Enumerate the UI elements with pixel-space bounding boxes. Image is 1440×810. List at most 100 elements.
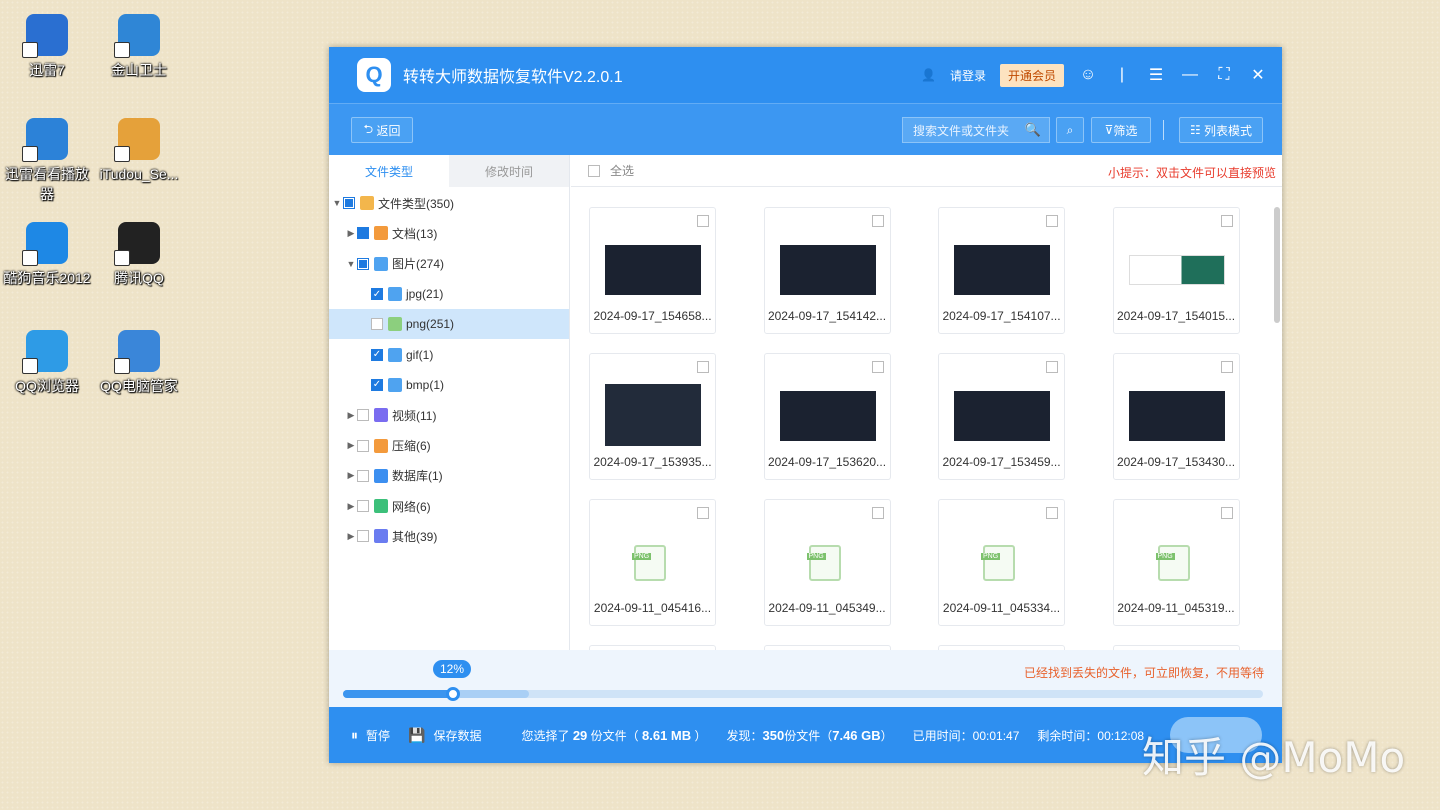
desktop-icon-label: 迅雷7: [29, 62, 65, 78]
tree-node[interactable]: ▼ 文件类型(350): [329, 188, 569, 218]
tree-checkbox[interactable]: [357, 257, 369, 270]
support-icon[interactable]: ☺: [1078, 66, 1098, 84]
save-icon[interactable]: 💾: [408, 727, 425, 744]
tree-node[interactable]: ✓ bmp(1): [329, 370, 569, 400]
tree-node[interactable]: ✓ jpg(21): [329, 279, 569, 309]
file-card[interactable]: 2024-09-17_154142...: [763, 207, 891, 334]
select-all-checkbox[interactable]: [588, 164, 600, 177]
folder-icon: [374, 468, 388, 483]
folder-icon: [388, 287, 402, 302]
save-data-button[interactable]: 保存数据: [433, 727, 481, 744]
scrollbar[interactable]: [1274, 207, 1280, 323]
tree-node[interactable]: ▶ 网络(6): [329, 491, 569, 521]
expand-icon[interactable]: ▶: [345, 501, 357, 512]
desktop-icon[interactable]: 腾讯QQ: [94, 222, 184, 288]
close-icon[interactable]: ✕: [1248, 65, 1268, 85]
tree-checkbox[interactable]: [357, 469, 369, 482]
tree-node[interactable]: ▶ 其他(39): [329, 521, 569, 551]
file-checkbox[interactable]: [1220, 361, 1233, 373]
file-card[interactable]: 2024-09-17_153430...: [1112, 353, 1240, 480]
file-card[interactable]: 2024-09-17_154658...: [589, 207, 716, 334]
file-checkbox[interactable]: [1046, 507, 1058, 519]
desktop-icon[interactable]: 迅雷7: [2, 14, 92, 80]
desktop-icon[interactable]: 酷狗音乐2012: [2, 222, 92, 288]
tree-checkbox[interactable]: [357, 530, 369, 543]
pause-button[interactable]: 暂停: [366, 727, 390, 744]
tree-checkbox[interactable]: [357, 409, 369, 422]
progress-fill: [343, 690, 453, 698]
thumbnail-image: [779, 245, 876, 295]
menu-icon[interactable]: ☰: [1146, 65, 1166, 85]
desktop-icon[interactable]: iTudou_Se...: [94, 118, 184, 184]
tree-node[interactable]: ▶ 文档(13): [329, 218, 569, 248]
pause-icon[interactable]: ⏸: [351, 727, 358, 744]
desktop-icon[interactable]: QQ浏览器: [2, 330, 92, 396]
file-card[interactable]: PNG 2024-09-11_045319...: [1112, 499, 1240, 626]
tree-checkbox[interactable]: ✓: [371, 378, 383, 391]
file-checkbox[interactable]: [697, 215, 709, 227]
expand-icon[interactable]: ▶: [345, 228, 357, 239]
view-mode-button[interactable]: ☷ 列表模式: [1179, 117, 1263, 143]
back-button[interactable]: ⮌ 返回: [351, 117, 413, 143]
file-card[interactable]: PNG 2024-09-11_045334...: [938, 499, 1065, 626]
file-checkbox[interactable]: [871, 215, 884, 227]
deep-search-button[interactable]: ⌕: [1056, 117, 1084, 143]
file-checkbox[interactable]: [1220, 507, 1233, 519]
user-icon[interactable]: 👤: [921, 68, 936, 82]
progress-track: [343, 687, 1263, 701]
tree-checkbox[interactable]: ✓: [371, 288, 383, 301]
desktop-icon[interactable]: 金山卫士: [94, 14, 184, 80]
tree-node[interactable]: ▶ 压缩(6): [329, 430, 569, 460]
file-checkbox[interactable]: [1046, 215, 1058, 227]
file-name: 2024-09-11_045334...: [942, 601, 1061, 615]
desktop-icon[interactable]: 迅雷看看播放器: [2, 118, 92, 204]
file-card[interactable]: 2024-09-17_153935...: [589, 353, 716, 480]
select-all-label[interactable]: 全选: [610, 162, 634, 179]
file-card[interactable]: 2024-09-17_154107...: [938, 207, 1065, 334]
expand-icon[interactable]: ▼: [331, 198, 343, 208]
tree-checkbox[interactable]: [343, 197, 355, 210]
app-icon: [22, 14, 68, 58]
tree-node[interactable]: png(251): [329, 309, 569, 340]
desktop-icon[interactable]: QQ电脑管家: [94, 330, 184, 396]
tab-modify-time[interactable]: 修改时间: [449, 155, 569, 187]
file-card[interactable]: 2024-09-17_153459...: [938, 353, 1065, 480]
expand-icon[interactable]: ▶: [345, 410, 357, 421]
tree-node[interactable]: ▶ 数据库(1): [329, 461, 569, 491]
file-name: 2024-09-17_154142...: [767, 309, 887, 323]
tree-node[interactable]: ✓ gif(1): [329, 339, 569, 369]
minimize-icon[interactable]: —: [1180, 66, 1200, 84]
tree-label: 压缩(6): [392, 439, 431, 454]
tree-checkbox[interactable]: [357, 500, 369, 513]
file-card[interactable]: 2024-09-17_153620...: [763, 353, 891, 480]
tree-node[interactable]: ▶ 视频(11): [329, 400, 569, 430]
filter-button[interactable]: ⊽ 筛选: [1091, 117, 1151, 143]
expand-icon[interactable]: ▶: [345, 531, 357, 542]
expand-icon[interactable]: ▼: [345, 259, 357, 269]
search-input[interactable]: 搜索文件或文件夹 🔍: [902, 117, 1050, 143]
file-checkbox[interactable]: [1220, 215, 1233, 227]
search-icon[interactable]: 🔍: [1025, 122, 1041, 138]
file-checkbox[interactable]: [697, 507, 709, 519]
vip-button[interactable]: 开通会员: [999, 63, 1064, 87]
expand-icon[interactable]: ▶: [345, 470, 357, 481]
tree-checkbox[interactable]: ✓: [371, 348, 383, 361]
tree-checkbox[interactable]: [371, 318, 383, 331]
maximize-icon[interactable]: ⛶: [1214, 66, 1234, 84]
expand-icon[interactable]: ▶: [345, 440, 357, 451]
tree-node[interactable]: ▼ 图片(274): [329, 249, 569, 279]
file-checkbox[interactable]: [871, 361, 884, 373]
file-card[interactable]: PNG 2024-09-11_045349...: [763, 499, 891, 626]
file-checkbox[interactable]: [871, 507, 884, 519]
preview-tip: 小提示：双击文件可以直接预览: [1107, 166, 1276, 180]
file-checkbox[interactable]: [1046, 361, 1058, 373]
tab-file-type[interactable]: 文件类型: [329, 155, 449, 187]
thumbnail-image: [954, 245, 1050, 295]
tree-checkbox[interactable]: [357, 227, 369, 240]
file-card[interactable]: 2024-09-17_154015...: [1112, 207, 1240, 334]
login-link[interactable]: 请登录: [950, 67, 986, 84]
file-checkbox[interactable]: [697, 361, 709, 373]
tree-checkbox[interactable]: [357, 439, 369, 452]
file-card[interactable]: PNG 2024-09-11_045416...: [589, 499, 716, 626]
deep-search-icon: ⌕: [1066, 122, 1074, 137]
